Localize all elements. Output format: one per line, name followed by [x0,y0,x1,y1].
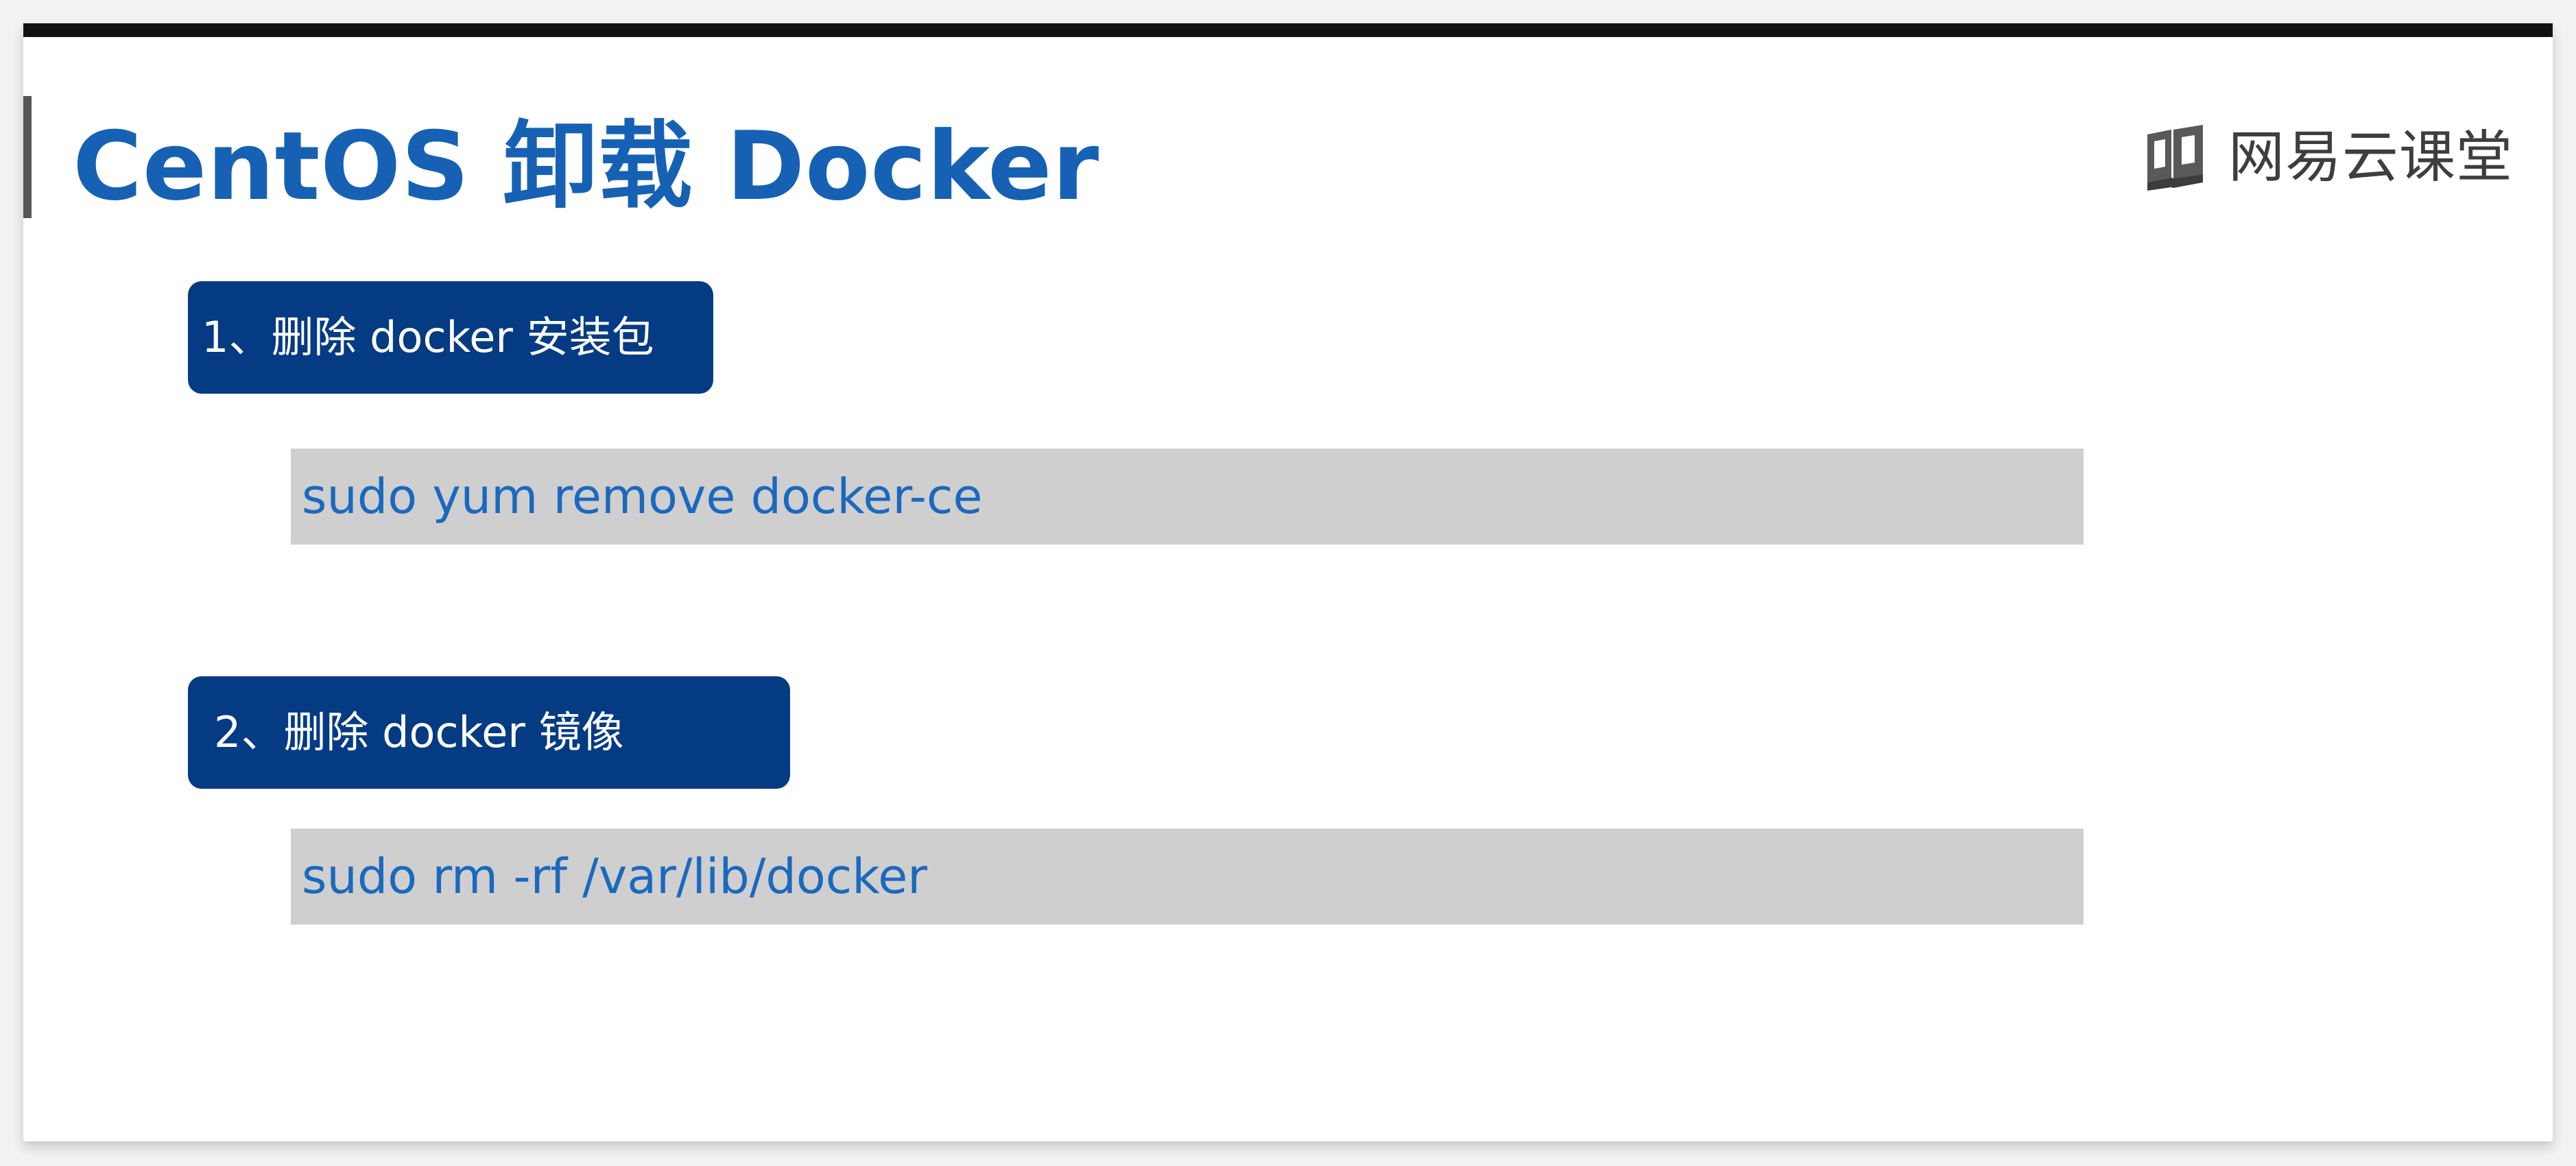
brand-logo: 网易云课堂 [2142,125,2513,191]
presentation-slide: CentOS 卸载 Docker 网易云课堂 1、删除 docker 安装包 s… [23,23,2553,1141]
step-label: 1、删除 docker 安装包 [202,312,654,362]
presentation-page: CentOS 卸载 Docker 网易云课堂 1、删除 docker 安装包 s… [0,0,2576,1166]
command-block-remove-package: sudo yum remove docker-ce [291,449,2084,545]
step-badge-remove-images: 2、删除 docker 镜像 [188,676,790,789]
brand-name: 网易云课堂 [2228,125,2513,190]
step-badge-remove-package: 1、删除 docker 安装包 [188,281,713,394]
top-border [23,23,2553,37]
slide-title: CentOS 卸载 Docker [73,111,1099,222]
title-accent-bar [23,96,32,218]
step-label: 2、删除 docker 镜像 [214,707,624,757]
command-block-remove-images: sudo rm -rf /var/lib/docker [291,829,2084,925]
book-icon [2142,125,2209,191]
